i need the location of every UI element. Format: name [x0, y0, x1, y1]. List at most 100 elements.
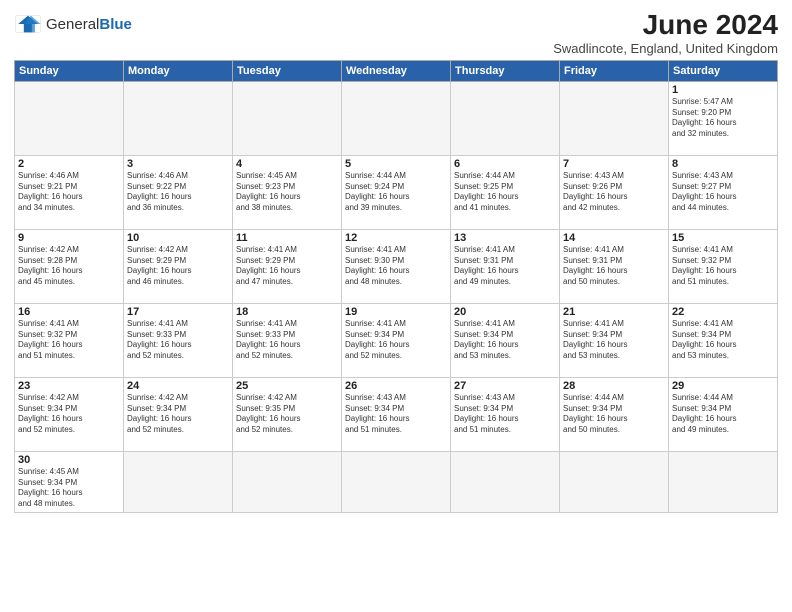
day-info: Sunrise: 4:45 AMSunset: 9:34 PMDaylight:…: [18, 467, 120, 510]
day-number: 4: [236, 158, 338, 170]
day-number: 7: [563, 158, 665, 170]
day-info: Sunrise: 4:41 AMSunset: 9:32 PMDaylight:…: [672, 245, 774, 288]
day-info: Sunrise: 4:41 AMSunset: 9:34 PMDaylight:…: [672, 319, 774, 362]
location-subtitle: Swadlincote, England, United Kingdom: [553, 41, 778, 56]
calendar-cell: 15Sunrise: 4:41 AMSunset: 9:32 PMDayligh…: [669, 229, 778, 303]
day-number: 24: [127, 380, 229, 392]
calendar-cell: 28Sunrise: 4:44 AMSunset: 9:34 PMDayligh…: [560, 377, 669, 451]
header-monday: Monday: [124, 60, 233, 81]
day-number: 12: [345, 232, 447, 244]
day-info: Sunrise: 4:42 AMSunset: 9:29 PMDaylight:…: [127, 245, 229, 288]
calendar-cell: [233, 451, 342, 512]
logo-text: GeneralBlue: [46, 17, 132, 32]
calendar-cell: 29Sunrise: 4:44 AMSunset: 9:34 PMDayligh…: [669, 377, 778, 451]
day-info: Sunrise: 4:43 AMSunset: 9:26 PMDaylight:…: [563, 171, 665, 214]
day-number: 1: [672, 84, 774, 96]
calendar-cell: 18Sunrise: 4:41 AMSunset: 9:33 PMDayligh…: [233, 303, 342, 377]
day-number: 2: [18, 158, 120, 170]
day-info: Sunrise: 4:42 AMSunset: 9:28 PMDaylight:…: [18, 245, 120, 288]
header-tuesday: Tuesday: [233, 60, 342, 81]
calendar-cell: 12Sunrise: 4:41 AMSunset: 9:30 PMDayligh…: [342, 229, 451, 303]
day-number: 11: [236, 232, 338, 244]
calendar-cell: 2Sunrise: 4:46 AMSunset: 9:21 PMDaylight…: [15, 155, 124, 229]
day-info: Sunrise: 4:41 AMSunset: 9:33 PMDaylight:…: [236, 319, 338, 362]
calendar-cell: 19Sunrise: 4:41 AMSunset: 9:34 PMDayligh…: [342, 303, 451, 377]
calendar-cell: 21Sunrise: 4:41 AMSunset: 9:34 PMDayligh…: [560, 303, 669, 377]
logo-icon: [14, 10, 42, 38]
calendar-cell: 9Sunrise: 4:42 AMSunset: 9:28 PMDaylight…: [15, 229, 124, 303]
day-number: 5: [345, 158, 447, 170]
calendar-cell: 13Sunrise: 4:41 AMSunset: 9:31 PMDayligh…: [451, 229, 560, 303]
day-number: 23: [18, 380, 120, 392]
logo: GeneralBlue: [14, 10, 132, 38]
day-info: Sunrise: 4:41 AMSunset: 9:34 PMDaylight:…: [563, 319, 665, 362]
day-info: Sunrise: 4:41 AMSunset: 9:31 PMDaylight:…: [563, 245, 665, 288]
day-number: 26: [345, 380, 447, 392]
calendar-cell: [124, 451, 233, 512]
calendar-cell: 8Sunrise: 4:43 AMSunset: 9:27 PMDaylight…: [669, 155, 778, 229]
day-number: 16: [18, 306, 120, 318]
day-info: Sunrise: 4:45 AMSunset: 9:23 PMDaylight:…: [236, 171, 338, 214]
day-number: 27: [454, 380, 556, 392]
calendar-cell: 20Sunrise: 4:41 AMSunset: 9:34 PMDayligh…: [451, 303, 560, 377]
day-number: 29: [672, 380, 774, 392]
day-info: Sunrise: 4:42 AMSunset: 9:34 PMDaylight:…: [127, 393, 229, 436]
calendar-cell: 23Sunrise: 4:42 AMSunset: 9:34 PMDayligh…: [15, 377, 124, 451]
day-info: Sunrise: 4:44 AMSunset: 9:24 PMDaylight:…: [345, 171, 447, 214]
day-info: Sunrise: 4:43 AMSunset: 9:27 PMDaylight:…: [672, 171, 774, 214]
calendar-cell: [560, 451, 669, 512]
calendar-cell: 24Sunrise: 4:42 AMSunset: 9:34 PMDayligh…: [124, 377, 233, 451]
header-saturday: Saturday: [669, 60, 778, 81]
calendar-cell: 27Sunrise: 4:43 AMSunset: 9:34 PMDayligh…: [451, 377, 560, 451]
calendar-cell: 3Sunrise: 4:46 AMSunset: 9:22 PMDaylight…: [124, 155, 233, 229]
calendar-cell: 6Sunrise: 4:44 AMSunset: 9:25 PMDaylight…: [451, 155, 560, 229]
day-info: Sunrise: 5:47 AMSunset: 9:20 PMDaylight:…: [672, 97, 774, 140]
day-info: Sunrise: 4:43 AMSunset: 9:34 PMDaylight:…: [454, 393, 556, 436]
calendar-cell: 4Sunrise: 4:45 AMSunset: 9:23 PMDaylight…: [233, 155, 342, 229]
day-number: 3: [127, 158, 229, 170]
calendar-cell: 7Sunrise: 4:43 AMSunset: 9:26 PMDaylight…: [560, 155, 669, 229]
day-info: Sunrise: 4:44 AMSunset: 9:34 PMDaylight:…: [563, 393, 665, 436]
day-number: 19: [345, 306, 447, 318]
day-info: Sunrise: 4:41 AMSunset: 9:32 PMDaylight:…: [18, 319, 120, 362]
day-info: Sunrise: 4:44 AMSunset: 9:34 PMDaylight:…: [672, 393, 774, 436]
calendar-cell: [669, 451, 778, 512]
day-number: 20: [454, 306, 556, 318]
month-year-title: June 2024: [553, 10, 778, 41]
page: GeneralBlue June 2024 Swadlincote, Engla…: [0, 0, 792, 612]
day-number: 18: [236, 306, 338, 318]
calendar-cell: 22Sunrise: 4:41 AMSunset: 9:34 PMDayligh…: [669, 303, 778, 377]
calendar-cell: 16Sunrise: 4:41 AMSunset: 9:32 PMDayligh…: [15, 303, 124, 377]
day-info: Sunrise: 4:42 AMSunset: 9:34 PMDaylight:…: [18, 393, 120, 436]
calendar-cell: 17Sunrise: 4:41 AMSunset: 9:33 PMDayligh…: [124, 303, 233, 377]
day-number: 21: [563, 306, 665, 318]
day-number: 10: [127, 232, 229, 244]
calendar-cell: [15, 81, 124, 155]
day-info: Sunrise: 4:44 AMSunset: 9:25 PMDaylight:…: [454, 171, 556, 214]
day-number: 30: [18, 454, 120, 466]
header: GeneralBlue June 2024 Swadlincote, Engla…: [14, 10, 778, 56]
calendar-cell: [560, 81, 669, 155]
day-info: Sunrise: 4:43 AMSunset: 9:34 PMDaylight:…: [345, 393, 447, 436]
calendar-cell: 26Sunrise: 4:43 AMSunset: 9:34 PMDayligh…: [342, 377, 451, 451]
calendar-cell: 11Sunrise: 4:41 AMSunset: 9:29 PMDayligh…: [233, 229, 342, 303]
header-thursday: Thursday: [451, 60, 560, 81]
calendar-cell: [451, 81, 560, 155]
day-number: 13: [454, 232, 556, 244]
day-number: 9: [18, 232, 120, 244]
day-number: 25: [236, 380, 338, 392]
calendar-cell: 1Sunrise: 5:47 AMSunset: 9:20 PMDaylight…: [669, 81, 778, 155]
day-number: 22: [672, 306, 774, 318]
calendar-cell: [451, 451, 560, 512]
title-block: June 2024 Swadlincote, England, United K…: [553, 10, 778, 56]
calendar-cell: [124, 81, 233, 155]
day-info: Sunrise: 4:41 AMSunset: 9:29 PMDaylight:…: [236, 245, 338, 288]
day-info: Sunrise: 4:46 AMSunset: 9:21 PMDaylight:…: [18, 171, 120, 214]
calendar-cell: [342, 81, 451, 155]
day-number: 8: [672, 158, 774, 170]
calendar-cell: 30Sunrise: 4:45 AMSunset: 9:34 PMDayligh…: [15, 451, 124, 512]
day-info: Sunrise: 4:42 AMSunset: 9:35 PMDaylight:…: [236, 393, 338, 436]
calendar-cell: [233, 81, 342, 155]
calendar-cell: 14Sunrise: 4:41 AMSunset: 9:31 PMDayligh…: [560, 229, 669, 303]
calendar-cell: 25Sunrise: 4:42 AMSunset: 9:35 PMDayligh…: [233, 377, 342, 451]
